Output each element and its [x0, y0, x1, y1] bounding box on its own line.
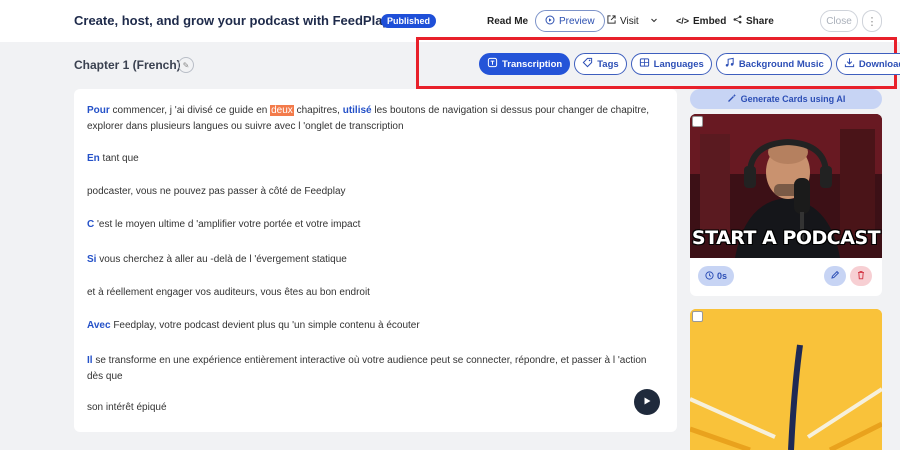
- tab-transcription-label: Transcription: [502, 58, 563, 70]
- transcript-line[interactable]: dès que: [87, 369, 672, 385]
- transcript-text: vous cherchez à aller au -delà de l 'éve…: [96, 254, 347, 265]
- tab-tags[interactable]: Tags: [574, 53, 627, 75]
- card-select-checkbox[interactable]: [692, 311, 703, 322]
- chapter-title: Chapter 1 (French): [74, 58, 181, 72]
- card-select-checkbox[interactable]: [692, 116, 703, 127]
- status-badge: Published: [381, 14, 437, 28]
- embed-button[interactable]: </> Embed: [676, 10, 726, 32]
- visit-label: Visit: [620, 15, 639, 27]
- tab-transcription[interactable]: Transcription: [479, 53, 571, 75]
- transcript-icon: [487, 57, 498, 71]
- share-label: Share: [746, 15, 774, 27]
- transcript-text: se transforme en une expérience entièrem…: [92, 355, 647, 366]
- close-button[interactable]: Close: [820, 10, 858, 32]
- keyword[interactable]: Pour: [87, 105, 110, 116]
- keyword[interactable]: Avec: [87, 320, 111, 331]
- read-me-label: Read Me: [487, 15, 529, 27]
- transcript-text: Feedplay, votre podcast devient plus qu …: [110, 320, 420, 331]
- tab-download-label: Download: [858, 58, 900, 70]
- page-title: Create, host, and grow your podcast with…: [74, 13, 394, 28]
- transcript-line[interactable]: C 'est le moyen ultime d 'amplifier votr…: [87, 217, 672, 233]
- duration-chip[interactable]: 0s: [698, 266, 735, 286]
- play-icon: [642, 393, 652, 411]
- transcript-text: les boutons de navigation si dessus pour…: [371, 105, 650, 116]
- languages-icon: [639, 57, 650, 71]
- tab-bar: Transcription Tags Languages Background …: [479, 53, 900, 75]
- transcript-line[interactable]: En tant que: [87, 151, 672, 167]
- keyword[interactable]: En: [87, 153, 100, 164]
- generate-cards-label: Generate Cards using AI: [740, 94, 846, 104]
- visit-button[interactable]: Visit: [607, 10, 639, 32]
- tag-icon: [582, 57, 593, 71]
- more-options-button[interactable]: ⋮: [862, 10, 882, 32]
- clock-icon: [705, 270, 714, 282]
- tab-background-music-label: Background Music: [738, 58, 824, 70]
- external-link-icon: [607, 15, 616, 27]
- podcast-thumbnail: START A PODCAST: [690, 114, 882, 258]
- transcript-text: 'est le moyen ultime d 'amplifier votre …: [94, 219, 361, 230]
- chevron-down-icon: [650, 16, 658, 27]
- tab-background-music[interactable]: Background Music: [715, 53, 832, 75]
- transcript-line[interactable]: Avec Feedplay, votre podcast devient plu…: [87, 318, 672, 334]
- visit-dropdown[interactable]: [650, 10, 658, 32]
- transcript-text: chapitres,: [293, 105, 343, 116]
- top-bar: Create, host, and grow your podcast with…: [0, 0, 900, 42]
- media-card[interactable]: [690, 309, 882, 450]
- transcript-line[interactable]: explorer dans plusieurs langues ou suivr…: [87, 119, 672, 135]
- magic-wand-icon: [727, 93, 737, 105]
- trash-icon: [856, 267, 866, 285]
- tab-download[interactable]: Download: [835, 53, 900, 75]
- preview-button[interactable]: Preview: [535, 10, 605, 32]
- music-icon: [724, 57, 735, 71]
- embed-label: Embed: [693, 15, 727, 27]
- generate-cards-button[interactable]: Generate Cards using AI: [690, 89, 882, 109]
- preview-label: Preview: [559, 15, 595, 27]
- transcript-line[interactable]: Il se transforme en une expérience entiè…: [87, 353, 672, 369]
- preview-icon: [545, 15, 555, 28]
- edit-card-button[interactable]: [824, 266, 846, 286]
- transcript-panel: Pour commencer, j 'ai divisé ce guide en…: [74, 89, 677, 432]
- transcript-line[interactable]: podcaster, vous ne pouvez pas passer à c…: [87, 184, 672, 200]
- share-button[interactable]: Share: [733, 10, 774, 32]
- arrow-graphic: [690, 309, 882, 450]
- tab-tags-label: Tags: [597, 58, 619, 70]
- edit-chapter-button[interactable]: ✎: [178, 57, 194, 73]
- transcript-text: tant que: [99, 153, 139, 164]
- current-word-highlight[interactable]: deux: [270, 105, 294, 116]
- vertical-dots-icon: ⋮: [866, 15, 878, 28]
- share-icon: [733, 15, 742, 27]
- duration-label: 0s: [717, 271, 728, 281]
- transcript-text: commencer, j 'ai divisé ce guide en: [109, 105, 271, 116]
- code-icon: </>: [676, 16, 690, 26]
- pencil-icon: ✎: [182, 60, 190, 70]
- transcript-line[interactable]: Si vous cherchez à aller au -delà de l '…: [87, 252, 672, 268]
- transcript-line[interactable]: et à réellement engager vos auditeurs, v…: [87, 285, 672, 301]
- tab-languages-label: Languages: [653, 58, 704, 70]
- transcript-line[interactable]: Pour commencer, j 'ai divisé ce guide en…: [87, 103, 672, 119]
- keyword[interactable]: utilisé: [343, 105, 372, 116]
- tab-languages[interactable]: Languages: [630, 53, 712, 75]
- transcript-line[interactable]: son intérêt épiqué: [87, 400, 672, 416]
- play-button[interactable]: [634, 389, 660, 415]
- pencil-icon: [830, 267, 840, 285]
- read-me-button[interactable]: Read Me: [487, 10, 528, 32]
- download-icon: [844, 57, 855, 71]
- delete-card-button[interactable]: [850, 266, 872, 286]
- thumbnail-caption: START A PODCAST: [691, 227, 881, 249]
- media-card[interactable]: START A PODCAST 0s: [690, 114, 882, 296]
